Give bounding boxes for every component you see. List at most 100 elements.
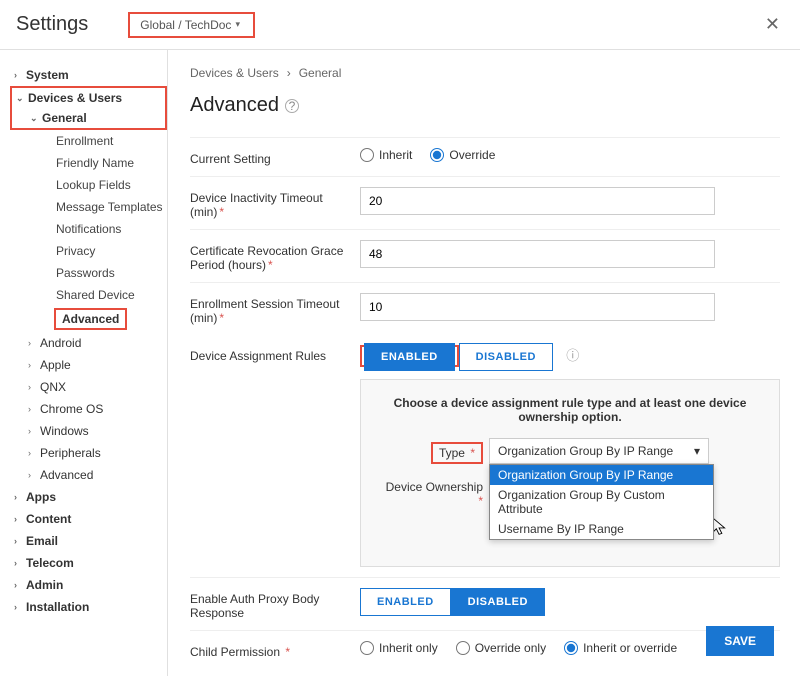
label-device-inactivity: Device Inactivity Timeout (min)* <box>190 187 360 219</box>
sidebar-label: Windows <box>40 424 89 438</box>
sidebar-item-chrome-os[interactable]: › Chrome OS <box>24 398 167 420</box>
sidebar-item-advanced[interactable]: Advanced <box>54 308 127 330</box>
label-current-setting: Current Setting <box>190 148 360 166</box>
help-icon[interactable]: ? <box>285 99 299 113</box>
chevron-right-icon: › <box>28 448 36 458</box>
breadcrumb-devices-users[interactable]: Devices & Users <box>190 66 279 80</box>
chevron-right-icon: › <box>14 558 22 568</box>
highlight-box-devices-users: ⌄ Devices & Users ⌄General <box>10 86 167 130</box>
radio-label: Override only <box>475 641 546 655</box>
chevron-right-icon: › <box>14 580 22 590</box>
chevron-down-icon: ⌄ <box>30 113 38 124</box>
label-enroll-session: Enrollment Session Timeout (min)* <box>190 293 360 325</box>
sidebar-item-notifications[interactable]: Notifications <box>38 218 167 240</box>
toggle-enabled[interactable]: ENABLED <box>364 343 455 371</box>
chevron-right-icon: › <box>28 338 36 348</box>
sidebar-item-message-templates[interactable]: Message Templates <box>38 196 167 218</box>
sidebar-item-apple[interactable]: ›Apple <box>24 354 167 376</box>
sidebar-item-windows[interactable]: › Windows <box>24 420 167 442</box>
radio-label: Inherit or override <box>583 641 677 655</box>
breadcrumb-general[interactable]: General <box>299 66 342 80</box>
breadcrumb: Devices & Users › General <box>190 66 780 80</box>
label-device-ownership: Device Ownership * <box>379 476 489 508</box>
sidebar-item-telecom[interactable]: › Telecom <box>10 552 167 574</box>
radio-label: Inherit only <box>379 641 438 655</box>
sidebar-item-devices-users[interactable]: ⌄ Devices & Users <box>12 88 165 108</box>
sidebar-item-enrollment[interactable]: Enrollment <box>38 130 167 152</box>
select-type[interactable]: Organization Group By IP Range ▾ <box>489 438 709 464</box>
toggle-auth-enabled[interactable]: ENABLED <box>360 588 451 616</box>
chevron-down-icon: ▾ <box>235 19 243 30</box>
toggle-auth-disabled[interactable]: DISABLED <box>451 588 545 616</box>
org-selector-label: Global / TechDoc <box>140 18 231 32</box>
input-enroll-session[interactable] <box>360 293 715 321</box>
dropdown-opt-custom-attr[interactable]: Organization Group By Custom Attribute <box>490 485 713 519</box>
sidebar-item-privacy[interactable]: Privacy <box>38 240 167 262</box>
assignment-panel: Choose a device assignment rule type and… <box>360 379 780 567</box>
radio-override[interactable]: Override <box>430 148 495 162</box>
input-device-inactivity[interactable] <box>360 187 715 215</box>
sidebar-label: Peripherals <box>40 446 101 460</box>
dropdown-type: Organization Group By IP Range Organizat… <box>489 464 714 540</box>
label-auth-proxy: Enable Auth Proxy Body Response <box>190 588 360 620</box>
sidebar-item-lookup-fields[interactable]: Lookup Fields <box>38 174 167 196</box>
sidebar-label: Apps <box>26 490 56 504</box>
sidebar-item-du-advanced[interactable]: › Advanced <box>24 464 167 486</box>
chevron-right-icon: › <box>14 602 22 612</box>
sidebar: › System ⌄ Devices & Users ⌄General Enroll… <box>0 50 168 676</box>
sidebar-item-admin[interactable]: › Admin <box>10 574 167 596</box>
sidebar-label: Chrome OS <box>40 402 103 416</box>
sidebar-item-system[interactable]: › System <box>10 64 167 86</box>
chevron-right-icon: › <box>287 66 291 80</box>
chevron-right-icon: › <box>14 70 22 80</box>
radio-override-only[interactable]: Override only <box>456 641 546 655</box>
chevron-right-icon: › <box>28 382 36 392</box>
sidebar-label: Telecom <box>26 556 74 570</box>
sidebar-item-apps[interactable]: › Apps <box>10 486 167 508</box>
chevron-right-icon: › <box>28 426 36 436</box>
chevron-down-icon: ⌄ <box>16 93 24 104</box>
info-icon[interactable]: ⓘ <box>566 348 579 363</box>
dropdown-opt-ip-range[interactable]: Organization Group By IP Range <box>490 465 713 485</box>
label-child-permission: Child Permission * <box>190 641 360 659</box>
save-button[interactable]: SAVE <box>706 626 774 656</box>
org-selector[interactable]: Global / TechDoc ▾ <box>128 12 255 38</box>
panel-instruction: Choose a device assignment rule type and… <box>379 396 761 424</box>
select-value: Organization Group By IP Range <box>498 444 673 458</box>
sidebar-label: Admin <box>26 578 63 592</box>
radio-inherit[interactable]: Inherit <box>360 148 412 162</box>
sidebar-label: Installation <box>26 600 89 614</box>
chevron-right-icon: › <box>14 514 22 524</box>
sidebar-label: Email <box>26 534 58 548</box>
label-cert-revocation: Certificate Revocation Grace Period (hou… <box>190 240 360 272</box>
chevron-right-icon: › <box>28 404 36 414</box>
sidebar-label: Advanced <box>40 468 93 482</box>
sidebar-item-general[interactable]: ⌄General <box>26 108 165 128</box>
sidebar-item-installation[interactable]: › Installation <box>10 596 167 618</box>
sidebar-item-android[interactable]: ›Android <box>24 332 167 354</box>
chevron-right-icon: › <box>14 492 22 502</box>
sidebar-item-peripherals[interactable]: › Peripherals <box>24 442 167 464</box>
main-content: Devices & Users › General Advanced ? Cur… <box>168 50 800 676</box>
sidebar-label: Content <box>26 512 71 526</box>
toggle-disabled[interactable]: DISABLED <box>459 343 553 371</box>
radio-inherit-or-override[interactable]: Inherit or override <box>564 641 677 655</box>
sidebar-item-email[interactable]: › Email <box>10 530 167 552</box>
chevron-down-icon: ▾ <box>694 444 700 458</box>
close-button[interactable]: ✕ <box>761 10 784 39</box>
label-device-assignment: Device Assignment Rules <box>190 345 360 363</box>
radio-inherit-only[interactable]: Inherit only <box>360 641 438 655</box>
sidebar-item-friendly-name[interactable]: Friendly Name <box>38 152 167 174</box>
sidebar-item-qnx[interactable]: › QNX <box>24 376 167 398</box>
chevron-right-icon: › <box>28 360 36 370</box>
chevron-right-icon: › <box>14 536 22 546</box>
chevron-right-icon: › <box>28 470 36 480</box>
sidebar-item-content[interactable]: › Content <box>10 508 167 530</box>
sidebar-item-shared-device[interactable]: Shared Device <box>38 284 167 306</box>
sidebar-item-passwords[interactable]: Passwords <box>38 262 167 284</box>
sidebar-label: System <box>26 68 69 82</box>
sidebar-label: QNX <box>40 380 66 394</box>
dropdown-opt-username-ip[interactable]: Username By IP Range <box>490 519 713 539</box>
input-cert-revocation[interactable] <box>360 240 715 268</box>
sidebar-label: Devices & Users <box>28 91 122 105</box>
